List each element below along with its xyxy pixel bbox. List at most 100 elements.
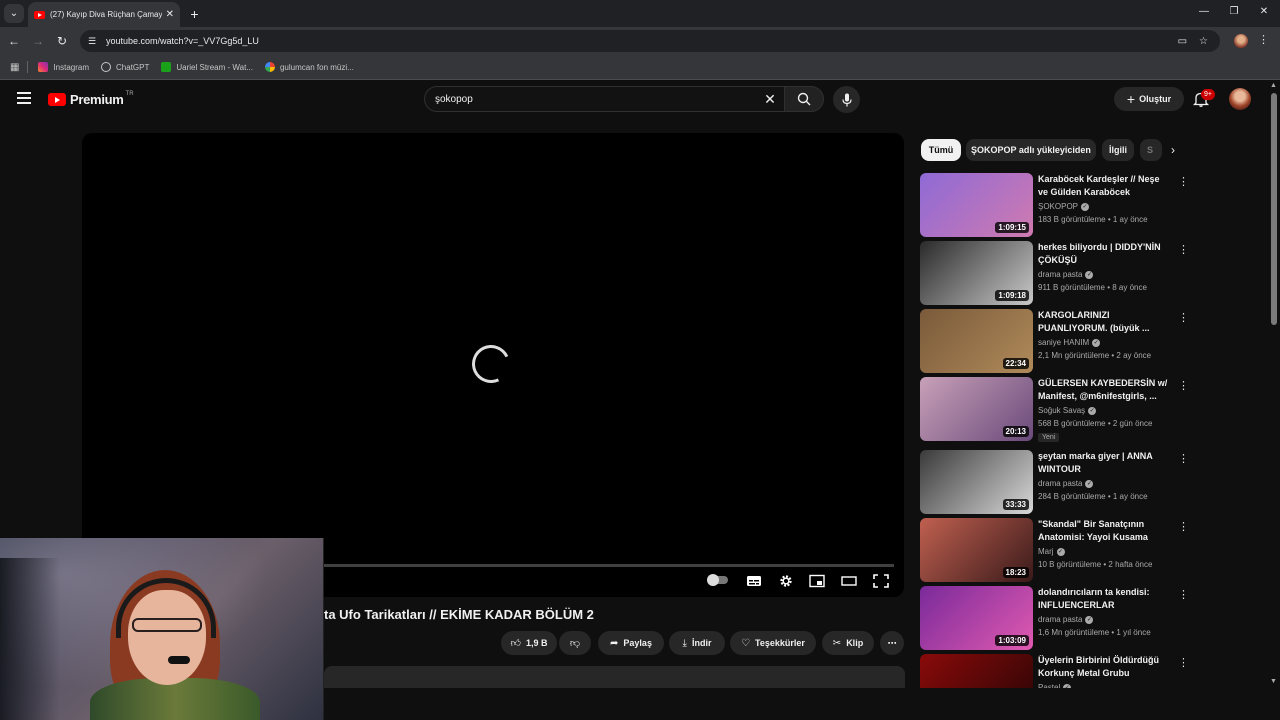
video-thumbnail[interactable]: 20:13 [920,377,1033,441]
forward-arrow-icon[interactable]: → [30,33,46,49]
restore-icon[interactable]: ❐ [1226,6,1242,20]
chip-from-uploader[interactable]: ŞOKOPOP adlı yükleyiciden [966,139,1096,161]
chip-related[interactable]: İlgili [1102,139,1134,161]
reload-icon[interactable]: ↻ [54,33,70,49]
channel-name[interactable]: drama pasta ✓ [1038,270,1094,279]
recommendation-title[interactable]: Üyelerin Birbirini Öldürdüğü Korkunç Met… [1038,654,1172,680]
recommendation-title[interactable]: KARGOLARINIZI PUANLIYORUM. (büyük ... [1038,309,1172,335]
recommendation-item[interactable]: 20:13 GÜLERSEN KAYBEDERSİN w/ Manifest, @… [920,377,1189,442]
more-options-kebab-icon[interactable]: ⋮ [1178,588,1189,601]
video-thumbnail[interactable]: 22:34 [920,309,1033,373]
video-thumbnail[interactable]: 1:09:15 [920,173,1033,237]
scroll-down-arrow-icon[interactable]: ▼ [1270,678,1277,685]
more-options-kebab-icon[interactable]: ⋮ [1178,656,1184,669]
recommendation-title[interactable]: "Skandal" Bir Sanatçının Anatomisi: Yayo… [1038,518,1172,544]
recommendation-item[interactable]: 1:09:15 Karaböcek Kardeşler // Neşe ve Gü… [920,173,1189,237]
chips-next-chevron-icon[interactable]: › [1164,139,1182,161]
video-thumbnail[interactable]: 1:03:09 [920,586,1033,650]
video-thumbnail[interactable] [920,654,1033,688]
recommendation-title[interactable]: Karaböcek Kardeşler // Neşe ve Gülden Ka… [1038,173,1172,199]
recommendation-title[interactable]: GÜLERSEN KAYBEDERSİN w/ Manifest, @m6nif… [1038,377,1172,403]
settings-gear-icon[interactable] [778,574,794,588]
chrome-menu-icon[interactable]: ⋮ [1258,33,1269,49]
tab-close-icon[interactable]: ✕ [166,9,174,20]
new-tab-button[interactable]: + [186,5,203,22]
recommendation-item[interactable]: 18:23 "Skandal" Bir Sanatçının Anatomisi:… [920,518,1189,582]
bookmark-star-icon[interactable]: ☆ [1199,36,1208,47]
recommendation-title[interactable]: herkes biliyordu | DIDDY'NİN ÇÖKÜŞÜ [1038,241,1172,267]
more-options-kebab-icon[interactable]: ⋮ [1178,452,1189,465]
back-arrow-icon[interactable]: ← [6,33,22,49]
channel-name[interactable]: Pastel ✓ [1038,683,1072,688]
like-button[interactable]: 👍︎ 1,9 B [501,631,557,655]
theater-mode-icon[interactable] [841,574,857,588]
channel-name[interactable]: drama pasta ✓ [1038,615,1094,624]
video-player[interactable] [82,133,904,597]
guide-menu-icon[interactable] [17,92,31,104]
more-options-kebab-icon[interactable]: ⋮ [1178,379,1189,392]
search-icon [797,92,811,106]
recommendation-item[interactable]: 1:09:18 herkes biliyordu | DIDDY'NİN ÇÖKÜ… [920,241,1189,305]
apps-grid-icon[interactable]: ▦ [10,62,19,73]
address-bar[interactable]: ☰ youtube.com/watch?v=_VV7Gg5d_LU ▭ ☆ [80,30,1220,52]
chrome-profile-avatar[interactable] [1234,34,1248,48]
video-thumbnail[interactable]: 33:33 [920,450,1033,514]
chip-partial[interactable]: S [1140,139,1162,161]
channel-name[interactable]: ŞOKOPOP ✓ [1038,202,1090,211]
recommendation-item[interactable]: Üyelerin Birbirini Öldürdüğü Korkunç Met… [920,654,1184,688]
video-meta: 1,6 Mn görüntüleme • 1 yıl önce [1038,628,1151,637]
progress-bar[interactable] [324,564,894,567]
dislike-button[interactable]: 👎︎ [559,631,591,655]
clear-search-icon[interactable]: ✕ [760,91,780,108]
more-options-kebab-icon[interactable]: ⋮ [1178,243,1189,256]
voice-search-button[interactable] [833,86,860,113]
download-icon: ⤓ [682,637,687,649]
search-button[interactable] [784,86,824,112]
thanks-button[interactable]: ♡ Teşekkürler [730,631,816,655]
recommendation-item[interactable]: 1:03:09 dolandırıcıların ta kendisi: INFL… [920,586,1189,650]
more-options-kebab-icon[interactable]: ⋮ [1178,311,1189,324]
youtube-premium-logo[interactable]: Premium TR [48,91,134,107]
video-thumbnail[interactable]: 18:23 [920,518,1033,582]
site-info-icon[interactable]: ☰ [88,36,98,46]
bookmark-instagram[interactable]: Instagram [38,62,89,72]
more-options-kebab-icon[interactable]: ⋮ [1178,175,1189,188]
search-input[interactable]: şokopop ✕ [424,86,784,112]
subtitles-icon[interactable] [746,574,762,588]
description-box[interactable] [324,666,905,688]
channel-name[interactable]: Soğuk Savaş ✓ [1038,406,1097,415]
miniplayer-icon[interactable] [809,574,825,588]
more-actions-button[interactable]: ⋯ [880,631,904,655]
more-options-kebab-icon[interactable]: ⋮ [1178,520,1189,533]
channel-name[interactable]: Marj ✓ [1038,547,1065,556]
microphone-icon [841,93,852,106]
tab-list-button[interactable]: ⌄ [4,4,24,23]
recommendation-title[interactable]: şeytan marka giyer | ANNA WINTOUR [1038,450,1172,476]
cast-icon[interactable]: ▭ [1178,36,1187,47]
window-close-icon[interactable]: ✕ [1256,6,1272,20]
more-horizontal-icon: ⋯ [887,637,897,648]
fullscreen-icon[interactable] [873,574,889,588]
chip-all[interactable]: Tümü [921,139,961,161]
video-thumbnail[interactable]: 1:09:18 [920,241,1033,305]
page-scrollbar-thumb[interactable] [1271,93,1277,325]
create-button[interactable]: + Oluştur [1114,87,1184,111]
share-button[interactable]: ➦ Paylaş [598,631,664,655]
channel-label: drama pasta [1038,615,1083,624]
autoplay-toggle[interactable] [707,574,728,586]
recommendation-title[interactable]: dolandırıcıların ta kendisi: INFLUENCERL… [1038,586,1172,612]
bookmark-uariel-stream[interactable]: Uariel Stream - Wat... [161,62,253,72]
scroll-up-arrow-icon[interactable]: ▲ [1270,82,1277,89]
channel-name[interactable]: drama pasta ✓ [1038,479,1094,488]
bookmark-gulumcan[interactable]: gulumcan fon müzi... [264,62,354,72]
download-button[interactable]: ⤓ İndir [669,631,725,655]
clip-button[interactable]: ✂ Klip [822,631,874,655]
recommendation-item[interactable]: 22:34 KARGOLARINIZI PUANLIYORUM. (büyük .… [920,309,1189,373]
recommendation-item[interactable]: 33:33 şeytan marka giyer | ANNA WINTOUR dr… [920,450,1189,514]
channel-name[interactable]: saniye HANIM ✓ [1038,338,1101,347]
bookmark-chatgpt[interactable]: ChatGPT [101,62,149,72]
browser-tab-active[interactable]: (27) Kayıp Diva Rüçhan Çamay ✕ [28,2,180,27]
duration-badge: 1:09:18 [995,290,1029,301]
minimize-icon[interactable]: — [1196,6,1212,20]
account-avatar[interactable] [1229,88,1251,110]
